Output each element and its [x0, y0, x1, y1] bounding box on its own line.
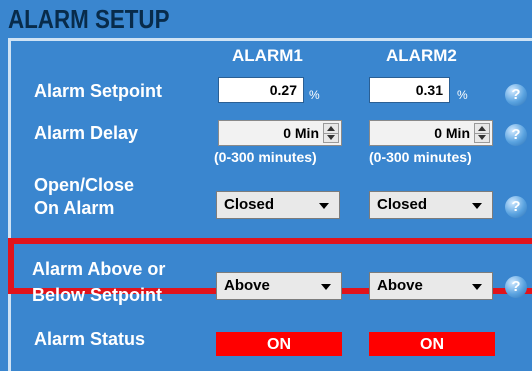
alarm2-open-close-value: Closed [377, 196, 428, 213]
alarm-setpoint-label: Alarm Setpoint [34, 81, 163, 101]
open-close-label-line2: On Alarm [34, 198, 115, 218]
chevron-down-icon [319, 203, 329, 209]
spin-divider [324, 133, 338, 134]
alarm2-status-badge: ON [369, 332, 495, 356]
above-below-label-line1: Alarm Above or [32, 259, 166, 279]
alarm1-delay-value: 0 Min [283, 125, 319, 141]
alarm1-setpoint-unit: % [309, 88, 320, 102]
alarm-status-label: Alarm Status [34, 329, 146, 349]
spin-down-icon[interactable] [327, 135, 335, 140]
alarm2-above-below-select[interactable]: Above [369, 272, 493, 300]
chevron-down-icon [472, 203, 482, 209]
column-header-alarm1: ALARM1 [232, 46, 303, 65]
alarm2-delay-range-hint: (0-300 minutes) [369, 149, 472, 165]
alarm1-open-close-select[interactable]: Closed [216, 191, 340, 219]
alarm1-above-below-value: Above [224, 277, 270, 294]
spin-up-icon[interactable] [327, 126, 335, 131]
alarm2-above-below-value: Above [377, 277, 423, 294]
open-close-label-line1: Open/Close [34, 175, 135, 195]
alarm-setpoint-help-icon[interactable]: ? [505, 84, 527, 106]
alarm2-delay-spin-buttons[interactable] [474, 123, 490, 143]
page-title: ALARM SETUP [8, 4, 170, 34]
above-below-label-line2: Below Setpoint [32, 285, 162, 305]
column-header-alarm2: ALARM2 [386, 46, 457, 65]
alarm2-setpoint-unit: % [457, 88, 468, 102]
alarm2-delay-stepper[interactable]: 0 Min [369, 120, 493, 146]
alarm1-status-badge: ON [216, 332, 342, 356]
spin-down-icon[interactable] [478, 135, 486, 140]
spin-divider [475, 133, 489, 134]
chevron-down-icon [472, 284, 482, 290]
open-close-help-icon[interactable]: ? [505, 196, 527, 218]
alarm2-setpoint-input[interactable]: 0.31 [369, 77, 450, 103]
alarm2-delay-value: 0 Min [434, 125, 470, 141]
above-below-help-icon[interactable]: ? [505, 276, 527, 298]
alarm-delay-help-icon[interactable]: ? [505, 124, 527, 146]
alarm1-setpoint-input[interactable]: 0.27 [218, 77, 304, 103]
alarm1-open-close-value: Closed [224, 196, 275, 213]
alarm1-delay-spin-buttons[interactable] [323, 123, 339, 143]
alarm1-above-below-select[interactable]: Above [216, 272, 342, 300]
alarm1-delay-stepper[interactable]: 0 Min [218, 120, 342, 146]
chevron-down-icon [321, 284, 331, 290]
spin-up-icon[interactable] [478, 126, 486, 131]
alarm2-open-close-select[interactable]: Closed [369, 191, 493, 219]
alarm-delay-label: Alarm Delay [34, 123, 139, 143]
alarm1-delay-range-hint: (0-300 minutes) [214, 149, 317, 165]
